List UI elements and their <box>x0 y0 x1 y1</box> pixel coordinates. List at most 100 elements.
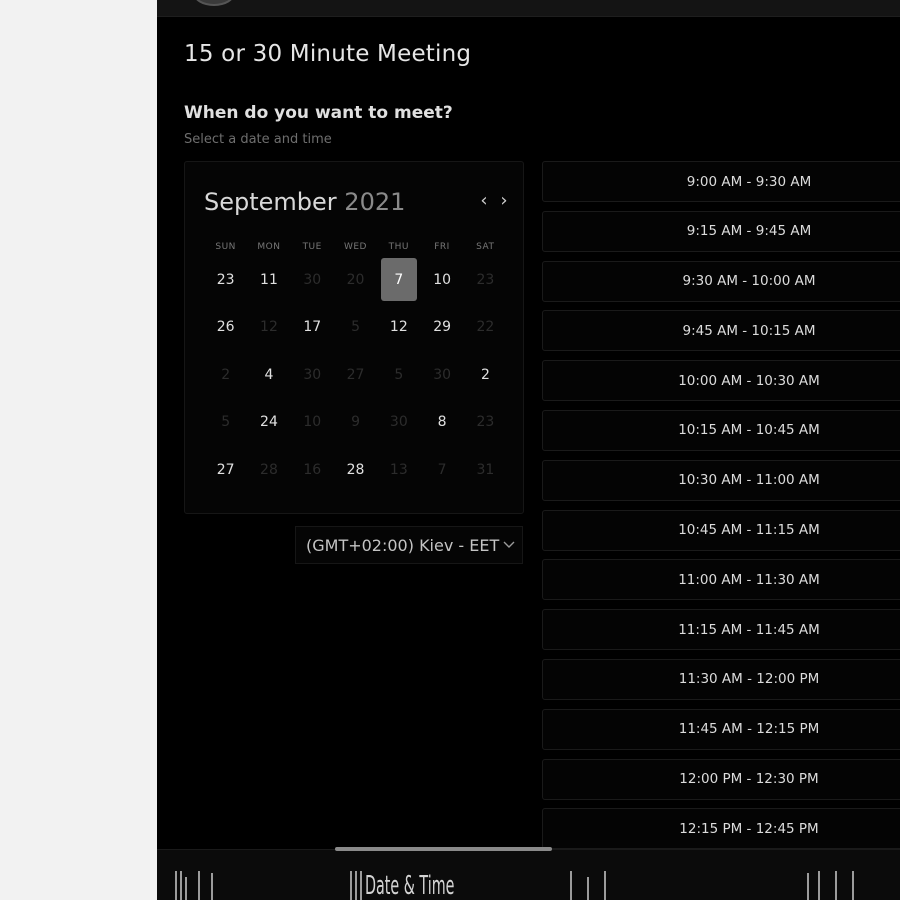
time-slot-button[interactable]: 9:15 AM - 9:45 AM <box>542 210 900 252</box>
calendar-day-number: 28 <box>346 461 365 478</box>
calendar-day[interactable]: 11 <box>247 256 290 304</box>
avatar[interactable] <box>193 0 235 6</box>
calendar-day-number: 7 <box>380 258 417 302</box>
calendar-day: 13 <box>377 446 420 494</box>
calendar-day: 9 <box>334 399 377 447</box>
timezone-select[interactable]: (GMT+02:00) Kiev - EET <box>295 526 523 564</box>
calendar-day-number: 20 <box>346 271 365 288</box>
time-slot-label: 10:45 AM - 11:15 AM <box>678 522 820 539</box>
calendar-day[interactable]: 17 <box>291 304 334 352</box>
weekday-label: TUE <box>302 242 322 252</box>
weekday-label: THU <box>388 242 409 252</box>
calendar-day-number: 22 <box>476 319 495 336</box>
timezone-value: (GMT+02:00) Kiev - EET <box>306 535 500 555</box>
time-slot-button[interactable]: 9:00 AM - 9:30 AM <box>542 161 900 202</box>
step-1[interactable] <box>175 866 213 900</box>
time-slot-label: 11:30 AM - 12:00 PM <box>678 671 820 688</box>
time-slot-button[interactable]: 11:15 AM - 11:45 AM <box>542 609 900 651</box>
calendar-day-number: 31 <box>476 461 495 478</box>
calendar-month-year: September 2021 <box>204 188 405 216</box>
scheduler-panel: 15 or 30 Minute Meeting When do you want… <box>157 0 900 900</box>
calendar-year: 2021 <box>344 188 406 216</box>
time-slot-button[interactable]: 11:30 AM - 12:00 PM <box>542 658 900 700</box>
time-slot-button[interactable]: 10:45 AM - 11:15 AM <box>542 509 900 551</box>
calendar-day: 5 <box>334 304 377 352</box>
calendar-day-number: 10 <box>433 271 452 288</box>
calendar-day: 16 <box>291 446 334 494</box>
calendar-day[interactable]: 2 <box>464 351 507 399</box>
calendar-day[interactable]: 26 <box>204 304 247 352</box>
top-bar <box>157 0 900 17</box>
calendar-days: 23 11 30 20 7 10 23 26 12 17 5 12 29 22 2 4 30 27 5 30 2 5 24 1… <box>204 256 507 494</box>
calendar-day[interactable]: 28 <box>334 446 377 494</box>
step-4[interactable] <box>807 866 854 900</box>
calendar-day: 30 <box>291 351 334 399</box>
calendar-day-number: 30 <box>303 366 322 383</box>
weekday-label: SUN <box>215 242 236 252</box>
calendar-day: 7 <box>420 446 463 494</box>
calendar-day-number: 23 <box>476 271 495 288</box>
time-slot-button[interactable]: 10:00 AM - 10:30 AM <box>542 360 900 402</box>
calendar-day-number: 2 <box>221 366 231 383</box>
calendar-day: 30 <box>420 351 463 399</box>
calendar-day-number: 12 <box>260 319 278 336</box>
calendar-day[interactable]: 8 <box>420 399 463 447</box>
calendar-day-number: 30 <box>433 366 452 383</box>
calendar-day-number: 30 <box>389 414 408 431</box>
calendar-day: 23 <box>464 256 507 304</box>
time-slot-label: 9:45 AM - 10:15 AM <box>682 322 816 339</box>
time-slot-button[interactable]: 11:00 AM - 11:30 AM <box>542 559 900 601</box>
time-slot-button[interactable]: 9:30 AM - 10:00 AM <box>542 260 900 302</box>
meeting-title: 15 or 30 Minute Meeting <box>184 41 472 67</box>
chevron-right-icon[interactable]: › <box>496 192 512 210</box>
calendar-day: 10 <box>291 399 334 447</box>
calendar-day-number: 27 <box>216 461 235 478</box>
calendar-day: 12 <box>247 304 290 352</box>
calendar-day-number: 23 <box>476 414 495 431</box>
calendar-day: 20 <box>334 256 377 304</box>
calendar-day-number: 30 <box>303 271 322 288</box>
calendar-day-selected[interactable]: 7 <box>377 256 420 304</box>
step-3[interactable] <box>570 866 606 900</box>
calendar-day: 31 <box>464 446 507 494</box>
calendar-day-number: 8 <box>437 414 447 431</box>
weekday-label: WED <box>343 242 367 252</box>
time-slot-list: 9:00 AM - 9:30 AM 9:15 AM - 9:45 AM 9:30 A… <box>542 161 900 858</box>
calendar-month: September <box>204 188 337 216</box>
calendar-day[interactable]: 12 <box>377 304 420 352</box>
time-slot-button[interactable]: 10:30 AM - 11:00 AM <box>542 459 900 501</box>
calendar-day[interactable]: 24 <box>247 399 290 447</box>
chevron-down-icon <box>502 537 516 555</box>
time-slot-label: 12:15 PM - 12:45 PM <box>679 820 819 837</box>
time-slot-button[interactable]: 11:45 AM - 12:15 PM <box>542 708 900 750</box>
time-slot-button[interactable]: 12:15 PM - 12:45 PM <box>542 808 900 850</box>
time-slot-label: 11:15 AM - 11:45 AM <box>678 621 820 638</box>
step-navigation: Date & Time <box>157 847 900 900</box>
step-date-time[interactable]: Date & Time <box>350 866 528 900</box>
time-slot-label: 10:15 AM - 10:45 AM <box>678 422 820 439</box>
calendar-day-number: 5 <box>394 366 404 383</box>
weekday-label: FRI <box>434 242 450 252</box>
calendar-day-number: 10 <box>303 414 322 431</box>
calendar-day[interactable]: 23 <box>204 256 247 304</box>
time-slot-button[interactable]: 12:00 PM - 12:30 PM <box>542 758 900 800</box>
calendar-day[interactable]: 4 <box>247 351 290 399</box>
calendar-day-number: 27 <box>346 366 365 383</box>
time-slot-label: 11:45 AM - 12:15 PM <box>678 721 820 738</box>
calendar-day-number: 29 <box>433 319 452 336</box>
calendar: September 2021 ‹ › SUN MON TUE WED THU FRI SAT… <box>184 161 524 514</box>
chevron-left-icon[interactable]: ‹ <box>476 192 492 210</box>
calendar-day-number: 17 <box>303 319 322 336</box>
calendar-day[interactable]: 10 <box>420 256 463 304</box>
calendar-day-number: 5 <box>351 319 360 336</box>
question-heading: When do you want to meet? <box>184 103 453 123</box>
calendar-day: 30 <box>377 399 420 447</box>
calendar-day-number: 24 <box>260 414 278 431</box>
time-slot-label: 10:00 AM - 10:30 AM <box>678 372 820 389</box>
time-slot-button[interactable]: 9:45 AM - 10:15 AM <box>542 310 900 352</box>
time-slot-button[interactable]: 10:15 AM - 10:45 AM <box>542 409 900 451</box>
step-date-time-label: Date & Time <box>365 871 455 900</box>
calendar-day[interactable]: 29 <box>420 304 463 352</box>
calendar-day-number: 16 <box>303 461 322 478</box>
calendar-day[interactable]: 27 <box>204 446 247 494</box>
